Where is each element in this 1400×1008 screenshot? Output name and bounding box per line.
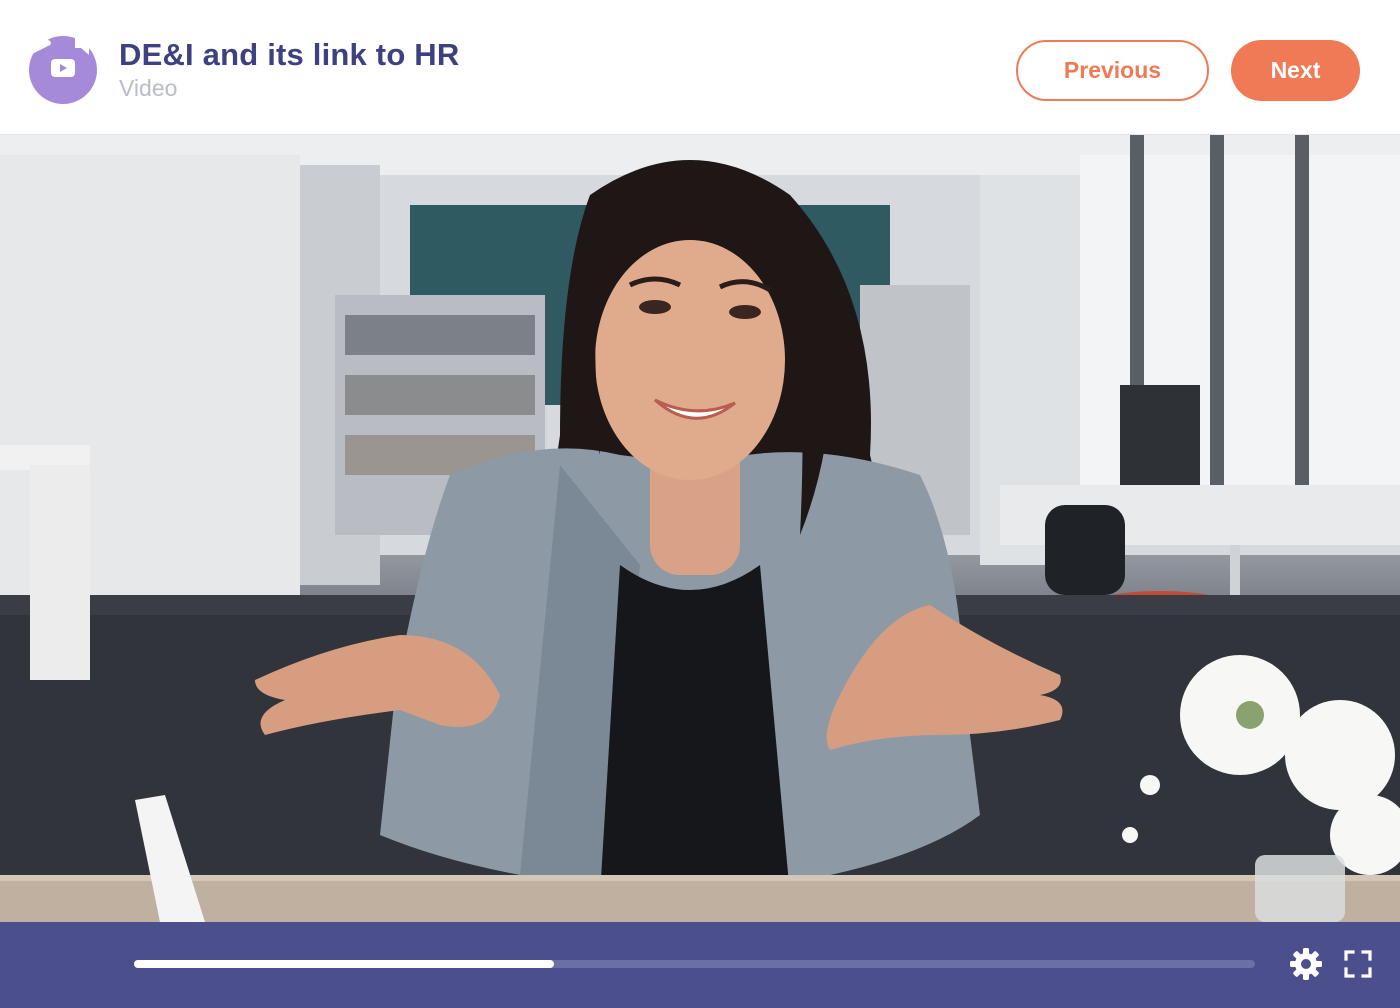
video-scene-image bbox=[0, 135, 1400, 922]
lesson-header: DE&I and its link to HR Video Previous N… bbox=[0, 0, 1400, 135]
play-icon[interactable] bbox=[22, 26, 56, 60]
previous-button[interactable]: Previous bbox=[1016, 40, 1209, 101]
lesson-type-label: Video bbox=[119, 75, 178, 101]
video-frame[interactable] bbox=[0, 135, 1400, 922]
next-button[interactable]: Next bbox=[1231, 40, 1360, 101]
volume-icon[interactable] bbox=[70, 26, 110, 60]
video-progress-fill bbox=[134, 960, 555, 968]
lesson-viewer: DE&I and its link to HR Video Previous N… bbox=[0, 0, 1400, 1008]
lesson-title-block: DE&I and its link to HR Video bbox=[119, 36, 459, 102]
fullscreen-icon[interactable] bbox=[1340, 946, 1376, 982]
video-progress-bar[interactable] bbox=[134, 960, 1255, 968]
settings-gear-icon[interactable] bbox=[1288, 946, 1324, 982]
video-play-icon bbox=[50, 57, 76, 84]
lesson-title: DE&I and its link to HR bbox=[119, 37, 460, 72]
